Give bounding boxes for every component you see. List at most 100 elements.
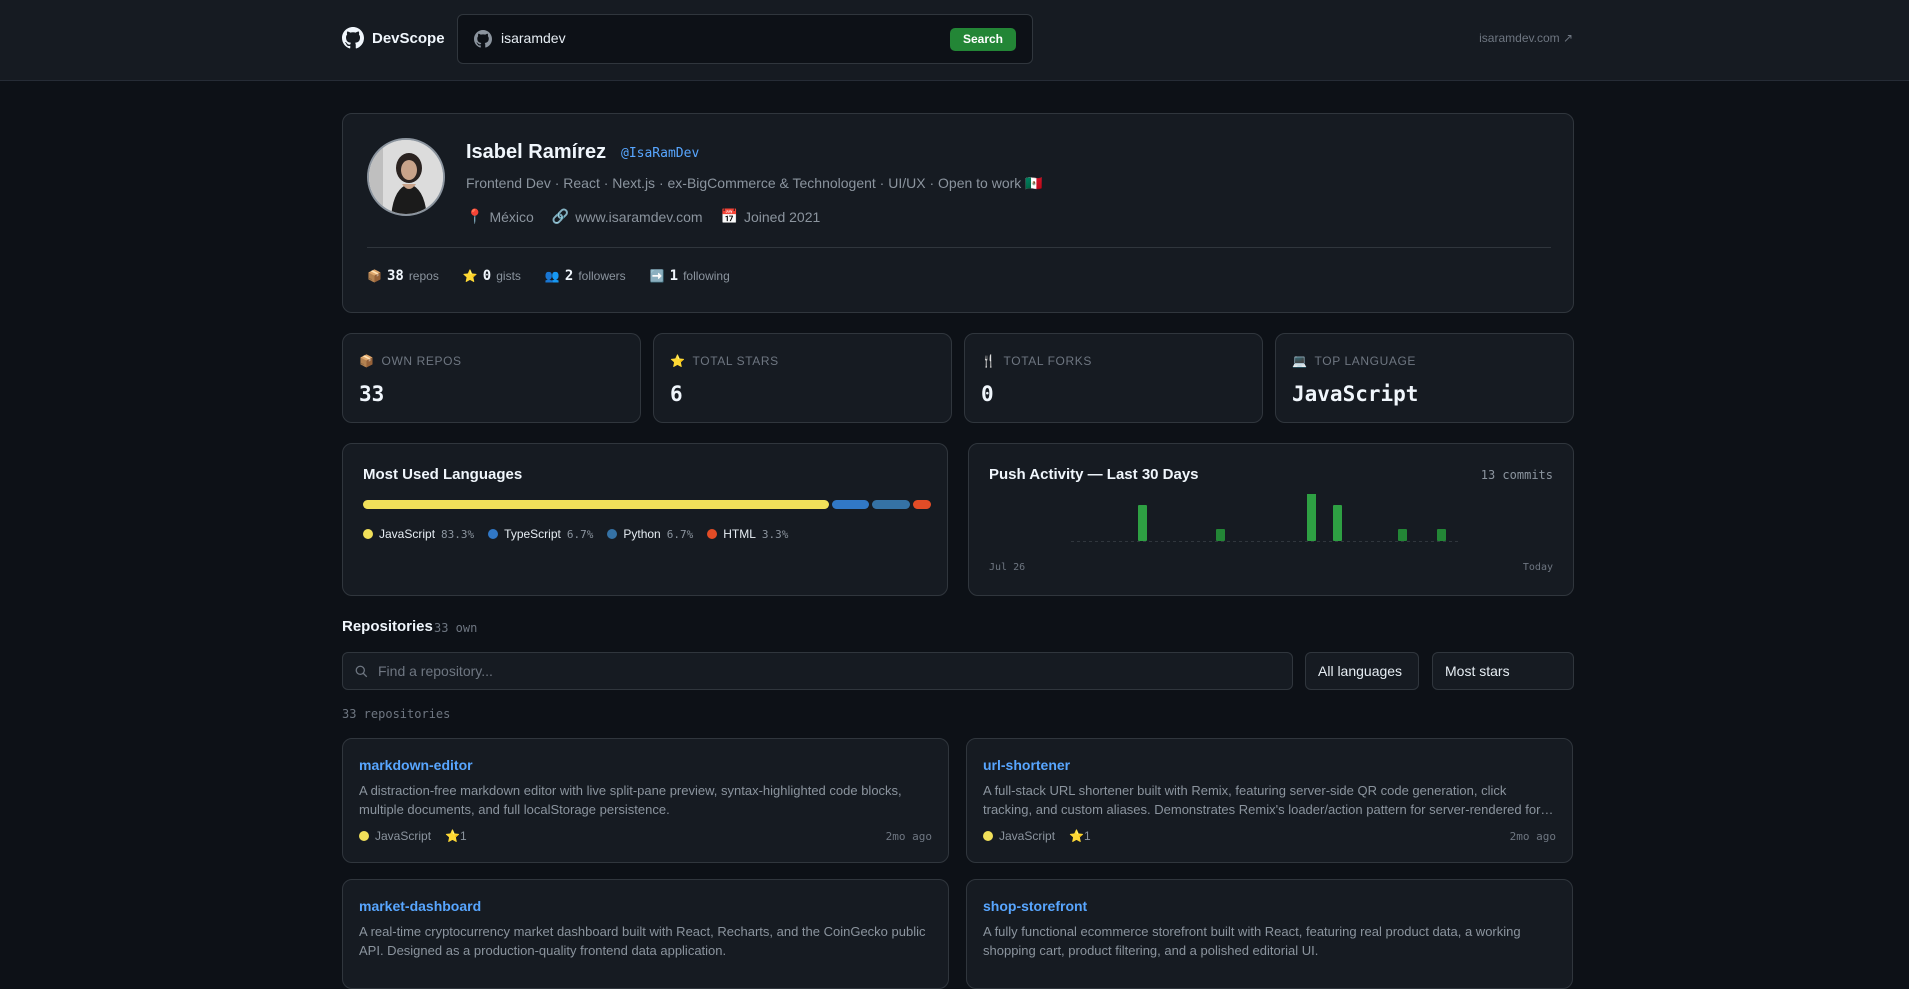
count-followers: 👥 2 followers (544, 268, 626, 284)
star-icon: ⭐ (1069, 829, 1084, 843)
people-icon: 👥 (544, 269, 560, 283)
count-gists: ⭐ 0 gists (462, 268, 521, 284)
push-activity-chart (1071, 494, 1461, 542)
pin-icon: 📍 (466, 208, 484, 224)
language-bar-segment (872, 500, 910, 509)
stat-total-forks: 🍴 TOTAL FORKS 0 (964, 333, 1263, 423)
repo-description: A full-stack URL shortener built with Re… (983, 783, 1558, 817)
repo-count: 33 repositories (342, 707, 451, 721)
language-bar (363, 500, 931, 509)
repo-language: JavaScript (359, 829, 431, 843)
language-bar-segment (363, 500, 829, 509)
external-site-link[interactable]: isaramdev.com ↗ (1479, 31, 1573, 45)
repo-footer: JavaScript ⭐1 (359, 829, 467, 843)
panel-title: Push Activity — Last 30 Days (989, 466, 1199, 483)
search-icon (355, 665, 368, 678)
brand[interactable]: DevScope (342, 27, 445, 49)
package-icon: 📦 (367, 269, 382, 283)
calendar-icon: 📅 (720, 208, 738, 224)
language-dot (983, 831, 993, 841)
stat-value: 33 (359, 382, 385, 406)
legend-item: Python 6.7% (607, 527, 693, 541)
language-select[interactable]: All languages (1305, 652, 1419, 690)
legend-percent: 6.7% (566, 527, 594, 541)
avatar-photo (369, 140, 443, 214)
search-button[interactable]: Search (949, 28, 1016, 51)
repo-stars: ⭐1 (445, 829, 467, 843)
count-repos: 📦 38 repos (367, 268, 439, 284)
axis-start-label: Jul 26 (989, 562, 1026, 573)
repo-card[interactable]: url-shortener A full-stack URL shortener… (966, 738, 1573, 863)
profile-card: Isabel Ramírez @IsaRamDev Frontend Dev ·… (342, 113, 1574, 313)
profile-bio: Frontend Dev · React · Next.js · ex-BigC… (466, 175, 1043, 191)
activity-bar (1398, 529, 1407, 541)
repo-card[interactable]: markdown-editor A distraction-free markd… (342, 738, 949, 863)
commit-count: 13 commits (1480, 468, 1553, 482)
repo-name[interactable]: shop-storefront (983, 898, 1087, 914)
legend-percent: 83.3% (441, 527, 475, 541)
repo-card[interactable]: market-dashboard A real-time cryptocurre… (342, 879, 949, 989)
stat-top-language: 💻 TOP LANGUAGE JavaScript (1275, 333, 1574, 423)
activity-bar (1437, 529, 1446, 541)
profile-name: Isabel Ramírez (466, 141, 607, 163)
language-bar-segment (912, 500, 931, 509)
legend-label: JavaScript (379, 527, 436, 541)
legend-dot (607, 529, 618, 539)
panel-title: Most Used Languages (363, 466, 523, 483)
activity-bar (1216, 529, 1225, 541)
legend-item: HTML 3.3% (707, 527, 788, 541)
divider (367, 247, 1551, 248)
brand-name: DevScope (372, 29, 445, 47)
language-bar-segment (831, 500, 870, 509)
repo-updated: 2mo ago (1509, 830, 1556, 843)
sort-select[interactable]: Most stars (1432, 652, 1574, 690)
profile-counts: 📦 38 repos ⭐ 0 gists 👥 2 followers ➡️ 1 followin… (367, 268, 730, 284)
legend-label: TypeScript (504, 527, 561, 541)
arrow-right-icon: ➡️ (649, 269, 665, 283)
link-icon: 🔗 (551, 208, 570, 224)
laptop-icon: 💻 (1292, 354, 1308, 368)
activity-bar (1307, 494, 1316, 541)
profile-handle[interactable]: @IsaRamDev (621, 146, 699, 161)
top-bar: DevScope isaramdev Search isaramdev.com … (0, 0, 1909, 81)
language-legend: JavaScript 83.3% TypeScript 6.7% Python 6.7% H… (363, 527, 788, 541)
activity-panel: Push Activity — Last 30 Days 13 commits … (968, 443, 1574, 596)
repo-name[interactable]: url-shortener (983, 757, 1070, 773)
repo-name[interactable]: markdown-editor (359, 757, 473, 773)
legend-dot (707, 529, 718, 539)
repo-description: A fully functional ecommerce storefront … (983, 924, 1521, 958)
stat-total-stars: ⭐ TOTAL STARS 6 (653, 333, 952, 423)
legend-dot (363, 529, 373, 539)
language-dot (359, 831, 369, 841)
repo-description: A real-time cryptocurrency market dashbo… (359, 924, 926, 958)
fork-knife-icon: 🍴 (981, 354, 997, 368)
star-icon: ⭐ (445, 829, 460, 843)
profile-meta: 📍 México 🔗 www.isaramdev.com 📅 Joined 2021 (466, 208, 820, 225)
repositories-subtitle: 33 own (434, 621, 478, 635)
package-icon: 📦 (359, 354, 375, 368)
stat-value: JavaScript (1292, 382, 1419, 406)
legend-item: JavaScript 83.3% (363, 527, 474, 541)
repo-name[interactable]: market-dashboard (359, 898, 481, 914)
star-icon: ⭐ (462, 269, 478, 283)
search-input[interactable]: isaramdev (501, 30, 566, 46)
legend-percent: 6.7% (666, 527, 694, 541)
stat-value: 0 (981, 382, 994, 406)
count-following: ➡️ 1 following (649, 268, 730, 284)
repo-filter-field[interactable] (342, 652, 1293, 690)
stat-value: 6 (670, 382, 683, 406)
legend-label: Python (623, 527, 661, 541)
activity-bar (1333, 505, 1342, 541)
avatar (367, 138, 445, 216)
repositories-title: Repositories (342, 618, 433, 635)
github-icon (474, 30, 492, 48)
repo-filter-input[interactable] (378, 653, 1278, 689)
stat-own-repos: 📦 OWN REPOS 33 (342, 333, 641, 423)
github-logo-icon (342, 27, 364, 49)
legend-label: HTML (723, 527, 756, 541)
user-search-box[interactable]: isaramdev Search (457, 14, 1033, 64)
repo-card[interactable]: shop-storefront A fully functional ecomm… (966, 879, 1573, 989)
repo-updated: 2mo ago (885, 830, 932, 843)
website[interactable]: 🔗 www.isaramdev.com (552, 208, 703, 225)
languages-panel: Most Used Languages JavaScript 83.3% TypeS… (342, 443, 948, 596)
